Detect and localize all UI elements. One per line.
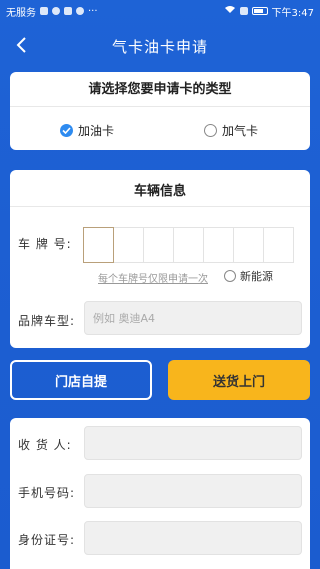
divider	[10, 206, 310, 207]
store-pickup-button[interactable]: 门店自提	[10, 360, 152, 400]
brand-model-input[interactable]: 例如 奥迪A4	[84, 301, 302, 335]
plate-char-box[interactable]	[83, 227, 114, 263]
plate-label: 车 牌 号:	[18, 237, 72, 251]
back-icon[interactable]	[10, 34, 32, 56]
checkmark-icon	[60, 124, 73, 137]
plate-char-box[interactable]	[113, 227, 144, 263]
radio-label-oil-card: 加油卡	[78, 124, 115, 138]
id-number-input[interactable]	[84, 521, 302, 555]
app-icon-2	[64, 7, 72, 15]
status-right: 下午3:47	[224, 4, 314, 19]
vehicle-info-panel: 车辆信息 车 牌 号: 每个车牌号仅限申请一次 新能源 品牌车型: 例如 奥迪A…	[10, 170, 310, 348]
plate-number-input[interactable]	[83, 227, 294, 263]
app-icon	[52, 7, 60, 15]
plate-char-box[interactable]	[263, 227, 294, 263]
radio-option-gas-card[interactable]: 加气卡	[204, 122, 258, 139]
radio-label-gas-card: 加气卡	[222, 124, 259, 138]
divider	[10, 106, 310, 107]
receiver-panel: 收 货 人: 手机号码: 身份证号:	[10, 418, 310, 569]
card-type-title: 请选择您要申请卡的类型	[88, 82, 232, 97]
brand-placeholder: 例如 奥迪A4	[93, 312, 156, 325]
new-energy-label: 新能源	[240, 270, 273, 283]
plate-hint: 每个车牌号仅限申请一次	[98, 274, 208, 285]
radio-option-oil-card[interactable]: 加油卡	[60, 122, 114, 139]
wifi-icon	[224, 5, 236, 17]
brand-label: 品牌车型:	[18, 314, 76, 328]
plate-char-box[interactable]	[203, 227, 234, 263]
status-bar: 无服务 ··· 下午3:47	[0, 0, 320, 22]
phone-label: 手机号码:	[18, 486, 76, 500]
status-left: 无服务 ···	[6, 4, 98, 19]
vehicle-info-title: 车辆信息	[133, 184, 186, 199]
plate-char-box[interactable]	[233, 227, 264, 263]
app-icon-3	[76, 7, 84, 15]
plate-char-box[interactable]	[143, 227, 174, 263]
card-type-panel: 请选择您要申请卡的类型 加油卡 加气卡	[10, 72, 310, 150]
radio-unchecked-icon	[224, 270, 236, 282]
more-dots-icon: ···	[88, 5, 98, 17]
signal-icon	[239, 7, 248, 15]
home-delivery-button[interactable]: 送货上门	[168, 360, 310, 400]
carrier-text: 无服务	[6, 7, 36, 19]
radio-unchecked-icon	[204, 124, 217, 137]
phone-input[interactable]	[84, 474, 302, 508]
receiver-name-input[interactable]	[84, 426, 302, 460]
clock-text: 下午3:47	[271, 7, 314, 19]
battery-icon	[251, 7, 268, 15]
receiver-name-label: 收 货 人:	[18, 438, 72, 452]
notification-icon	[40, 7, 48, 15]
page-title: 气卡油卡申请	[111, 37, 208, 56]
plate-char-box[interactable]	[173, 227, 204, 263]
new-energy-radio[interactable]: 新能源	[224, 268, 273, 284]
id-number-label: 身份证号:	[18, 533, 76, 547]
app-header: 气卡油卡申请	[0, 28, 320, 64]
